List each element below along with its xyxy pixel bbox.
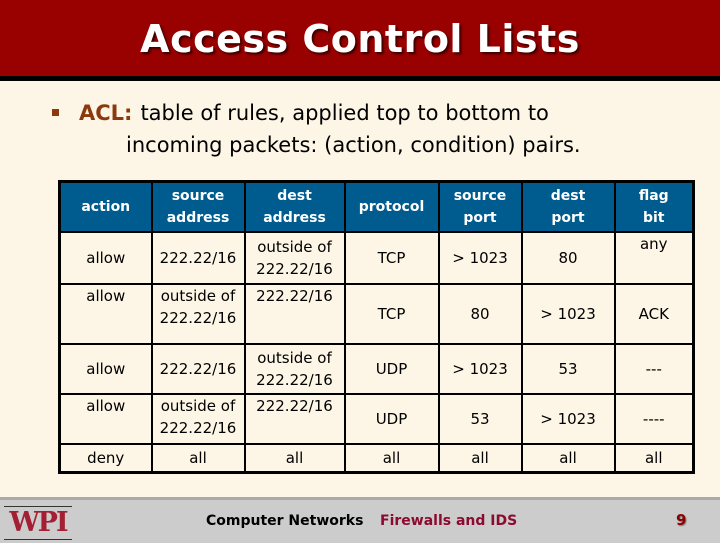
cell-source-address: outside of 222.22/16 bbox=[150, 283, 246, 345]
cell-dest-port: > 1023 bbox=[520, 283, 616, 345]
cell-source-address: 222.22/16 bbox=[150, 231, 246, 285]
header-dest-port: dest port bbox=[520, 180, 616, 233]
table-row: allow outside of 222.22/16 222.22/16 UDP … bbox=[58, 393, 695, 445]
cell-action: allow bbox=[58, 343, 153, 395]
cell-dest-address: 222.22/16 bbox=[243, 393, 346, 445]
cell-protocol: TCP bbox=[343, 231, 440, 285]
cell-source-port: > 1023 bbox=[437, 231, 523, 285]
bullet-text-line1: table of rules, applied top to bottom to bbox=[140, 101, 549, 125]
cell-action: deny bbox=[58, 443, 153, 474]
header-action: action bbox=[58, 180, 153, 233]
table-row: deny all all all all all all bbox=[58, 443, 695, 474]
cell-action: allow bbox=[58, 231, 153, 285]
cell-source-port: all bbox=[437, 443, 523, 474]
cell-source-port: 80 bbox=[437, 283, 523, 345]
table-row: allow 222.22/16 outside of 222.22/16 TCP … bbox=[58, 231, 695, 285]
cell-source-address: all bbox=[150, 443, 246, 474]
table-header-row: action source address dest address protoco… bbox=[58, 180, 695, 233]
header-source-address: source address bbox=[150, 180, 246, 233]
title-bar: Access Control Lists bbox=[0, 0, 720, 81]
table-row: allow outside of 222.22/16 222.22/16 TCP … bbox=[58, 283, 695, 345]
header-source-port: source port bbox=[437, 180, 523, 233]
wpi-logo: WPI bbox=[4, 506, 72, 540]
cell-dest-port: 53 bbox=[520, 343, 616, 395]
header-protocol: protocol bbox=[343, 180, 440, 233]
cell-action: allow bbox=[58, 283, 153, 345]
bullet-text-line2: incoming packets: (action, condition) pa… bbox=[126, 133, 581, 157]
cell-protocol: all bbox=[343, 443, 440, 474]
cell-flag-bit: ACK bbox=[613, 283, 695, 345]
cell-flag-bit: all bbox=[613, 443, 695, 474]
footer-topic: Firewalls and IDS bbox=[380, 513, 518, 529]
cell-dest-port: > 1023 bbox=[520, 393, 616, 445]
bullet-line: ACL: table of rules, applied top to bott… bbox=[52, 97, 692, 129]
cell-dest-port: all bbox=[520, 443, 616, 474]
slide-title: Access Control Lists bbox=[140, 17, 580, 61]
cell-dest-address: outside of 222.22/16 bbox=[243, 231, 346, 285]
cell-action: allow bbox=[58, 393, 153, 445]
acl-term: ACL: bbox=[79, 101, 133, 125]
cell-protocol: TCP bbox=[343, 283, 440, 345]
header-dest-address: dest address bbox=[243, 180, 346, 233]
square-bullet-icon bbox=[52, 109, 59, 116]
cell-dest-address: outside of 222.22/16 bbox=[243, 343, 346, 395]
cell-flag-bit: --- bbox=[613, 343, 695, 395]
cell-source-port: 53 bbox=[437, 393, 523, 445]
header-flag-bit: flag bit bbox=[613, 180, 695, 233]
cell-flag-bit: any bbox=[613, 231, 695, 285]
cell-source-address: outside of 222.22/16 bbox=[150, 393, 246, 445]
cell-flag-bit: ---- bbox=[613, 393, 695, 445]
bullet-block: ACL: table of rules, applied top to bott… bbox=[52, 97, 692, 161]
cell-protocol: UDP bbox=[343, 393, 440, 445]
acl-table: action source address dest address protoco… bbox=[58, 180, 695, 474]
cell-dest-address: 222.22/16 bbox=[243, 283, 346, 345]
cell-dest-port: 80 bbox=[520, 231, 616, 285]
footer-course: Computer Networks bbox=[206, 513, 364, 529]
cell-protocol: UDP bbox=[343, 343, 440, 395]
cell-source-port: > 1023 bbox=[437, 343, 523, 395]
table-row: allow 222.22/16 outside of 222.22/16 UDP … bbox=[58, 343, 695, 395]
cell-dest-address: all bbox=[243, 443, 346, 474]
cell-source-address: 222.22/16 bbox=[150, 343, 246, 395]
page-number: 9 bbox=[676, 511, 687, 529]
footer: WPI Computer Networks Firewalls and IDS … bbox=[0, 497, 720, 543]
